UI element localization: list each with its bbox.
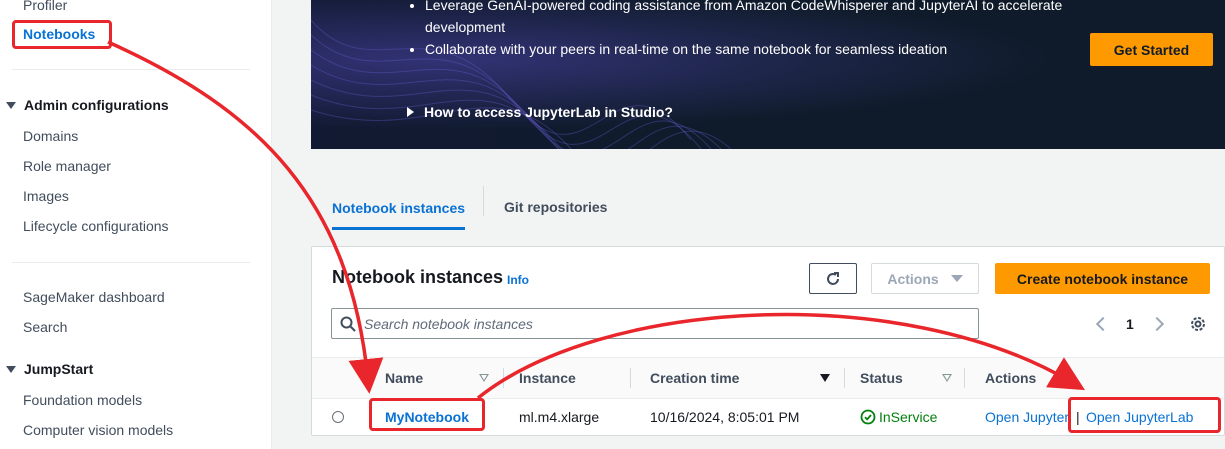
column-header-creation-time[interactable]: Creation time — [650, 358, 830, 398]
sidebar-item-foundation-models[interactable]: Foundation models — [23, 392, 142, 408]
column-separator — [630, 368, 631, 388]
sidebar-item-profiler[interactable]: Profiler — [23, 0, 67, 13]
hero-bullet: Collaborate with your peers in real-time… — [425, 38, 1105, 60]
sidebar-item-domains[interactable]: Domains — [23, 128, 78, 144]
sidebar-section-admin[interactable]: Admin configurations — [6, 97, 169, 113]
sort-icon — [479, 374, 489, 382]
annotation-box-notebooks — [12, 20, 112, 49]
column-header-name[interactable]: Name — [385, 358, 489, 398]
create-notebook-instance-button[interactable]: Create notebook instance — [995, 263, 1210, 294]
pagination: 1 — [1095, 308, 1164, 339]
search-field[interactable] — [331, 308, 979, 339]
tab-notebook-instances[interactable]: Notebook instances — [332, 186, 466, 230]
search-icon — [340, 316, 356, 332]
info-link[interactable]: Info — [507, 273, 529, 287]
open-jupyter-link[interactable]: Open Jupyter — [985, 398, 1075, 436]
column-header-actions: Actions — [985, 370, 1037, 386]
tab-separator — [483, 186, 484, 216]
open-jupyter-label[interactable]: Open Jupyter — [985, 409, 1069, 425]
status-check-icon — [860, 409, 876, 425]
chevron-right-icon[interactable] — [1149, 316, 1164, 331]
sidebar: Profiler Notebooks Admin configurations … — [0, 0, 272, 449]
caret-right-icon — [407, 107, 414, 117]
sidebar-item-images[interactable]: Images — [23, 188, 69, 204]
hero-banner: Leverage GenAI-powered coding assistance… — [311, 0, 1225, 149]
column-header-status[interactable]: Status — [860, 358, 952, 398]
column-label: Name — [385, 370, 424, 386]
radio-button[interactable] — [332, 411, 344, 423]
sidebar-divider — [12, 69, 250, 70]
column-separator — [503, 368, 504, 388]
column-separator — [964, 368, 965, 388]
sidebar-item-dashboard[interactable]: SageMaker dashboard — [23, 289, 165, 305]
status-text: InService — [879, 409, 938, 425]
hero-bullet: Leverage GenAI-powered coding assistance… — [425, 0, 1105, 38]
instance-type: ml.m4.xlarge — [519, 409, 600, 425]
settings-icon[interactable] — [1189, 315, 1207, 333]
sidebar-item-search[interactable]: Search — [23, 319, 67, 335]
creation-time: 10/16/2024, 8:05:01 PM — [650, 409, 800, 425]
table-header: Name Instance Creation time Status Actio… — [312, 357, 1224, 399]
tab-bar: Notebook instances Git repositories — [311, 186, 1225, 230]
column-label: Status — [860, 370, 903, 386]
get-started-button[interactable]: Get Started — [1090, 33, 1213, 66]
caret-down-icon — [6, 101, 16, 109]
sidebar-item-cv-models[interactable]: Computer vision models — [23, 422, 173, 438]
sidebar-item-lifecycle[interactable]: Lifecycle configurations — [23, 218, 169, 234]
page-number[interactable]: 1 — [1126, 316, 1134, 332]
sidebar-item-role-manager[interactable]: Role manager — [23, 158, 111, 174]
howto-label: How to access JupyterLab in Studio? — [424, 104, 673, 120]
annotation-box-mynotebook — [369, 398, 485, 431]
actions-dropdown[interactable]: Actions — [871, 263, 979, 294]
search-input[interactable] — [362, 314, 966, 333]
row-select-radio[interactable] — [332, 398, 344, 436]
hero-bullets: Leverage GenAI-powered coding assistance… — [407, 0, 1105, 60]
annotation-box-open-jupyterlab — [1068, 397, 1221, 433]
caret-down-icon — [950, 275, 963, 282]
panel-title: Notebook instances — [332, 267, 504, 287]
tab-git-repositories[interactable]: Git repositories — [504, 185, 607, 229]
caret-down-icon — [6, 365, 16, 373]
column-header-instance[interactable]: Instance — [519, 358, 576, 398]
refresh-icon — [827, 271, 839, 285]
column-label: Creation time — [650, 370, 740, 386]
status-badge: InService — [860, 398, 937, 436]
sidebar-divider — [12, 262, 250, 263]
column-separator — [844, 368, 845, 388]
sort-descending-icon — [820, 374, 830, 382]
sidebar-section-label: JumpStart — [24, 361, 94, 377]
sidebar-section-label: Admin configurations — [24, 97, 169, 113]
chevron-left-icon[interactable] — [1095, 316, 1111, 331]
sidebar-section-jumpstart[interactable]: JumpStart — [6, 361, 93, 377]
howto-expander[interactable]: How to access JupyterLab in Studio? — [407, 104, 673, 120]
actions-label: Actions — [887, 270, 939, 287]
sort-icon — [942, 374, 952, 382]
refresh-button[interactable] — [809, 263, 857, 294]
